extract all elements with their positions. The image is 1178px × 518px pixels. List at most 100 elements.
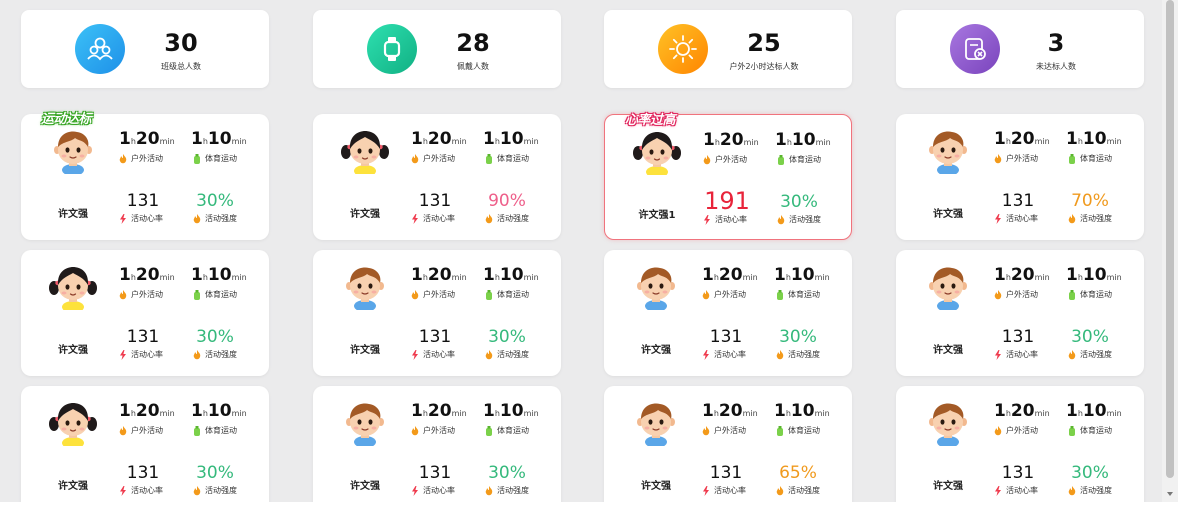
- girl-avatar-icon: [49, 398, 97, 449]
- student-name: 许文强: [58, 209, 88, 220]
- bottom-bar: [0, 502, 1178, 518]
- dashboard-viewport: 30 班级总人数 28 佩戴人数 25 户外2小时达标人数 3 未达标人数 运动…: [0, 0, 1162, 502]
- student-name: 许文强: [933, 209, 963, 220]
- intensity-label: 活动强度: [193, 213, 237, 224]
- student-card-3[interactable]: 心率过高 1h20min 1h10min 户外活动 体育运动 许文强1 191 …: [604, 113, 852, 240]
- flame-icon: [1068, 213, 1076, 223]
- bottle-icon: [1069, 425, 1075, 436]
- scroll-down-arrow-icon[interactable]: [1167, 492, 1173, 496]
- heart-rate-value: 131: [709, 463, 743, 483]
- student-card-2[interactable]: 1h20min 1h10min 户外活动 体育运动 许文强 131 90% 活动…: [313, 114, 561, 240]
- summary-stats: 30 班级总人数 28 佩戴人数 25 户外2小时达标人数 3 未达标人数: [21, 10, 1145, 88]
- student-card-5[interactable]: 1h20min 1h10min 户外活动 体育运动 许文强 131 30% 活动…: [21, 250, 269, 376]
- stat-value: 25: [747, 29, 781, 57]
- student-name: 许文强: [641, 345, 671, 356]
- student-card-9[interactable]: 1h20min 1h10min 户外活动 体育运动 许文强 131 30% 活动…: [21, 386, 269, 502]
- girl-avatar-icon: [633, 127, 681, 178]
- heart-rate-label: 活动心率: [119, 485, 163, 496]
- heart-rate-value: 131: [709, 327, 743, 347]
- pe-duration: 1h10min: [1066, 129, 1122, 149]
- student-card-6[interactable]: 1h20min 1h10min 户外活动 体育运动 许文强 131 30% 活动…: [313, 250, 561, 376]
- stat-value: 3: [1047, 29, 1065, 57]
- pe-label: 体育运动: [777, 154, 821, 165]
- bottle-icon: [777, 289, 783, 300]
- flame-icon: [1068, 485, 1076, 495]
- outdoor-duration: 1h20min: [702, 401, 758, 421]
- student-card-10[interactable]: 1h20min 1h10min 户外活动 体育运动 许文强 131 30% 活动…: [313, 386, 561, 502]
- intensity-label: 活动强度: [776, 485, 820, 496]
- pe-label: 体育运动: [193, 289, 237, 300]
- bottle-icon: [486, 289, 492, 300]
- intensity-value: 30%: [196, 463, 234, 483]
- boy-avatar-icon: [632, 262, 680, 312]
- student-card-1[interactable]: 运动达标 1h20min 1h10min 户外活动 体育运动 许文强 131 3…: [21, 112, 269, 240]
- intensity-label: 活动强度: [1068, 213, 1112, 224]
- boy-avatar-icon: [924, 126, 972, 176]
- heart-pulse-icon: [120, 349, 126, 360]
- report-fail-icon: [950, 24, 1000, 74]
- outdoor-duration: 1h20min: [702, 265, 758, 285]
- heart-pulse-icon: [412, 349, 418, 360]
- heart-rate-label: 活动心率: [702, 349, 746, 360]
- scrollbar-thumb[interactable]: [1166, 0, 1174, 478]
- intensity-label: 活动强度: [485, 213, 529, 224]
- flame-icon: [119, 289, 127, 299]
- stat-label: 户外2小时达标人数: [729, 62, 799, 71]
- student-card-8[interactable]: 1h20min 1h10min 户外活动 体育运动 许文强 131 30% 活动…: [896, 250, 1144, 376]
- student-card-4[interactable]: 1h20min 1h10min 户外活动 体育运动 许文强 131 70% 活动…: [896, 114, 1144, 240]
- flame-icon: [119, 425, 127, 435]
- pe-duration: 1h10min: [483, 265, 539, 285]
- flame-icon: [411, 153, 419, 163]
- flame-icon: [119, 153, 127, 163]
- student-name: 许文强: [933, 345, 963, 356]
- heart-rate-label: 活动心率: [703, 214, 747, 225]
- vertical-scrollbar[interactable]: [1162, 0, 1178, 502]
- student-card-7[interactable]: 1h20min 1h10min 户外活动 体育运动 许文强 131 30% 活动…: [604, 250, 852, 376]
- intensity-label: 活动强度: [485, 485, 529, 496]
- heart-rate-label: 活动心率: [994, 485, 1038, 496]
- bottle-icon: [486, 425, 492, 436]
- stat-value: 30: [164, 29, 198, 57]
- boy-avatar-icon: [632, 398, 680, 448]
- stat-label: 佩戴人数: [457, 62, 489, 71]
- intensity-label: 活动强度: [485, 349, 529, 360]
- outdoor-duration: 1h20min: [703, 130, 759, 150]
- flame-icon: [703, 154, 711, 164]
- heart-pulse-icon: [995, 485, 1001, 496]
- pe-duration: 1h10min: [774, 401, 830, 421]
- outdoor-label: 户外活动: [703, 154, 747, 165]
- boy-avatar-icon: [924, 262, 972, 312]
- student-card-12[interactable]: 1h20min 1h10min 户外活动 体育运动 许文强 131 30% 活动…: [896, 386, 1144, 502]
- flame-icon: [193, 213, 201, 223]
- intensity-label: 活动强度: [193, 485, 237, 496]
- outdoor-label: 户外活动: [119, 153, 163, 164]
- student-card-11[interactable]: 1h20min 1h10min 户外活动 体育运动 许文强 131 65% 活动…: [604, 386, 852, 502]
- pe-duration: 1h10min: [775, 130, 831, 150]
- pe-label: 体育运动: [485, 153, 529, 164]
- student-name: 许文强: [933, 481, 963, 492]
- pe-label: 体育运动: [1068, 289, 1112, 300]
- heart-rate-label: 活动心率: [119, 213, 163, 224]
- pe-label: 体育运动: [776, 425, 820, 436]
- heart-rate-label: 活动心率: [411, 349, 455, 360]
- bottle-icon: [194, 153, 200, 164]
- watch-icon: [367, 24, 417, 74]
- student-name: 许文强: [350, 481, 380, 492]
- intensity-value: 30%: [488, 327, 526, 347]
- boy-avatar-icon: [49, 126, 97, 176]
- heart-rate-value: 131: [126, 463, 160, 483]
- heart-rate-value: 131: [1001, 463, 1035, 483]
- bottle-icon: [194, 425, 200, 436]
- pe-label: 体育运动: [776, 289, 820, 300]
- outdoor-label: 户外活动: [994, 425, 1038, 436]
- flame-icon: [702, 425, 710, 435]
- stat-label: 班级总人数: [161, 62, 201, 71]
- flame-icon: [485, 213, 493, 223]
- outdoor-duration: 1h20min: [411, 129, 467, 149]
- stat-card-total: 30 班级总人数: [21, 10, 269, 88]
- pe-label: 体育运动: [485, 425, 529, 436]
- heart-pulse-icon: [995, 213, 1001, 224]
- flame-icon: [776, 485, 784, 495]
- intensity-value: 30%: [488, 463, 526, 483]
- heart-rate-value: 191: [704, 187, 750, 215]
